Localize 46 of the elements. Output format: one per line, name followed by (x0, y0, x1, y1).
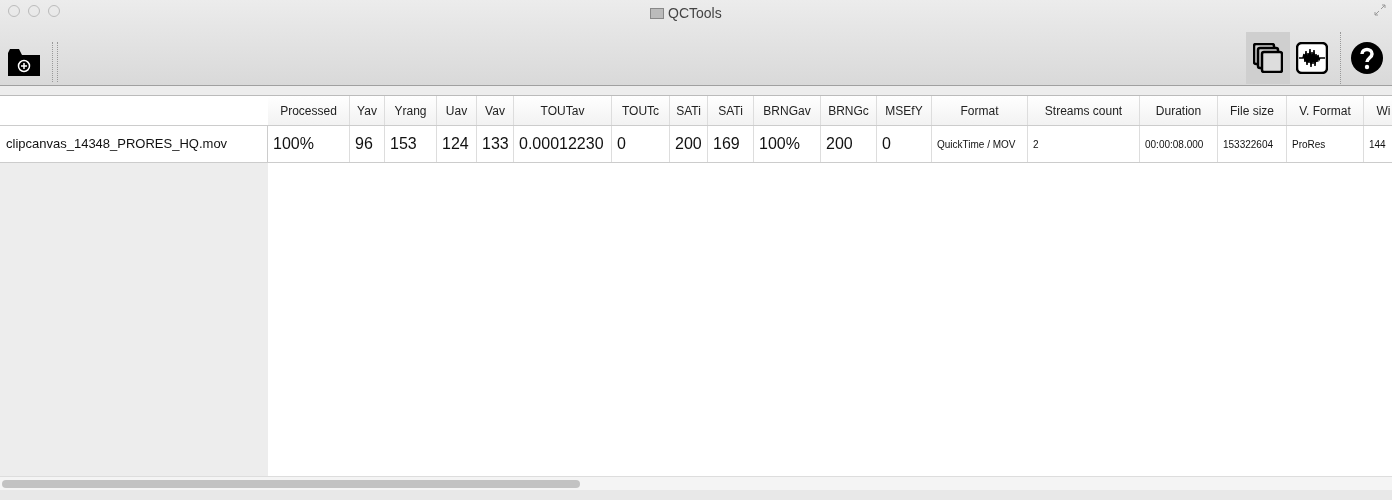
table-cell: 2 (1028, 126, 1140, 162)
column-header[interactable]: BRNGc (821, 96, 877, 125)
toolbar-button[interactable] (1246, 32, 1290, 84)
column-header[interactable]: Format (932, 96, 1028, 125)
stacked-windows-icon (1253, 43, 1283, 73)
table-cell: ProRes (1287, 126, 1364, 162)
column-header[interactable]: MSEfY (877, 96, 932, 125)
table-cell: 0 (612, 126, 670, 162)
column-header[interactable]: BRNGav (754, 96, 821, 125)
column-header[interactable]: Wi (1364, 96, 1392, 125)
fullscreen-icon[interactable] (1374, 4, 1386, 16)
table-cell: 200 (821, 126, 877, 162)
column-header[interactable]: Processed (268, 96, 350, 125)
table-cell: 153322604 (1218, 126, 1287, 162)
column-header[interactable]: Streams count (1028, 96, 1140, 125)
column-header[interactable]: Yrang (385, 96, 437, 125)
column-header[interactable]: SATi (708, 96, 754, 125)
table-cell: 0.00012230 (514, 126, 612, 162)
table-cell: 133 (477, 126, 514, 162)
column-header[interactable]: SATi (670, 96, 708, 125)
app-icon (650, 8, 664, 19)
table-cell: 100% (268, 126, 350, 162)
column-header[interactable]: Uav (437, 96, 477, 125)
scrollbar-thumb[interactable] (2, 479, 580, 488)
file-name-cell[interactable]: clipcanvas_14348_PRORES_HQ.mov (0, 126, 268, 163)
column-header[interactable]: Yav (350, 96, 385, 125)
table-cell: 00:00:08.000 (1140, 126, 1218, 162)
column-header[interactable]: Duration (1140, 96, 1218, 125)
table-cell: 100% (754, 126, 821, 162)
add-folder-icon[interactable] (8, 48, 40, 76)
column-header[interactable]: File size (1218, 96, 1287, 125)
window-title: QCTools (668, 4, 722, 23)
table-cell: 153 (385, 126, 437, 162)
table-cell: 0 (877, 126, 932, 162)
waveform-icon (1296, 42, 1328, 74)
column-header[interactable]: TOUTav (514, 96, 612, 125)
column-header[interactable]: Vav (477, 96, 514, 125)
column-header[interactable]: V. Format (1287, 96, 1364, 125)
table-cell: 96 (350, 126, 385, 162)
table-cell: 169 (708, 126, 754, 162)
table-cell: QuickTime / MOV (932, 126, 1028, 162)
column-header[interactable]: TOUTc (612, 96, 670, 125)
table-cell: 124 (437, 126, 477, 162)
table-cell: 200 (670, 126, 708, 162)
help-icon (1350, 42, 1383, 74)
table-cell: 144 (1364, 126, 1392, 162)
